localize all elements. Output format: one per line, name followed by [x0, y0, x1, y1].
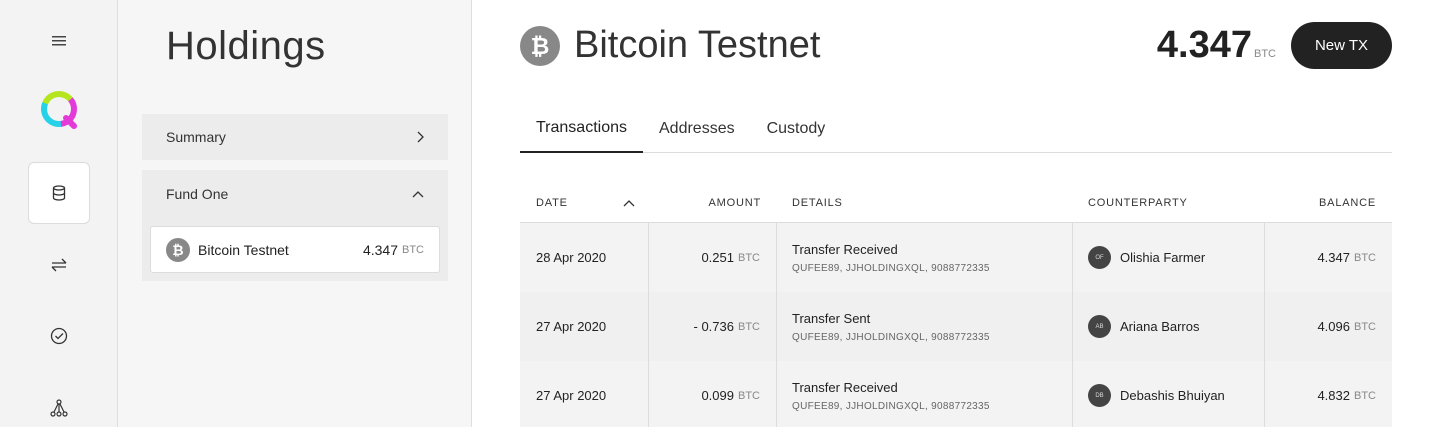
- column-balance[interactable]: BALANCE: [1265, 183, 1392, 222]
- icon-rail: [0, 0, 118, 427]
- amount-unit: BTC: [738, 389, 760, 402]
- asset-unit: BTC: [402, 243, 424, 256]
- table-row[interactable]: 27 Apr 2020 0.099 BTC Transfer Received QU…: [520, 361, 1392, 427]
- row-amount: 0.099 BTC: [649, 361, 777, 427]
- check-circle-icon[interactable]: [28, 305, 90, 367]
- asset-amount: 4.347: [362, 241, 398, 258]
- details-sub: QUFEE89, JJHOLDINGXQL, 9088772335: [792, 331, 990, 343]
- balance-unit: BTC: [1354, 251, 1376, 264]
- balance-value: 4.832: [1317, 388, 1350, 403]
- network-icon[interactable]: [28, 377, 90, 427]
- column-amount[interactable]: AMOUNT: [649, 183, 777, 222]
- details-title: Transfer Received: [792, 379, 898, 395]
- row-counterparty: DB Debashis Bhuiyan: [1073, 361, 1265, 427]
- chevron-up-icon: [412, 191, 424, 198]
- holdings-icon[interactable]: [28, 162, 90, 224]
- transfer-icon[interactable]: [28, 234, 90, 296]
- bitcoin-icon: ₿: [166, 237, 190, 262]
- panel-title: Holdings: [166, 24, 326, 68]
- amount-unit: BTC: [738, 251, 760, 264]
- counterparty-name: Debashis Bhuiyan: [1120, 388, 1225, 403]
- table-row[interactable]: 28 Apr 2020 0.251 BTC Transfer Received QU…: [520, 223, 1392, 292]
- column-counterparty[interactable]: COUNTERPARTY: [1073, 183, 1265, 222]
- amount-value: 0.251: [701, 250, 734, 265]
- row-date: 27 Apr 2020: [520, 361, 649, 427]
- row-counterparty: AB Ariana Barros: [1073, 292, 1265, 361]
- column-date[interactable]: DATE: [520, 183, 649, 222]
- row-counterparty: OF Olishia Farmer: [1073, 223, 1265, 292]
- avatar: DB: [1088, 384, 1111, 407]
- bitcoin-icon: ₿: [520, 25, 560, 66]
- row-date: 27 Apr 2020: [520, 292, 649, 361]
- fund-label: Fund One: [166, 186, 229, 202]
- amount-value: 0.099: [701, 388, 734, 403]
- holdings-panel: Holdings Summary Fund One ₿ Bitcoin Test…: [118, 0, 472, 427]
- balance-unit: BTC: [1254, 48, 1276, 60]
- row-date: 28 Apr 2020: [520, 223, 649, 292]
- column-details[interactable]: DETAILS: [777, 183, 1073, 222]
- balance-value: 4.347: [1317, 250, 1350, 265]
- counterparty-name: Ariana Barros: [1120, 319, 1200, 334]
- table-header: DATE AMOUNT DETAILS COUNTERPARTY BALANCE: [520, 183, 1392, 223]
- balance-value: 4.096: [1317, 319, 1350, 334]
- svg-text:₿: ₿: [172, 243, 183, 259]
- page-title-text: Bitcoin Testnet: [574, 24, 821, 66]
- asset-name: Bitcoin Testnet: [198, 241, 289, 258]
- tab-transactions[interactable]: Transactions: [520, 105, 643, 153]
- row-details: Transfer Received QUFEE89, JJHOLDINGXQL, …: [777, 223, 1073, 292]
- app-logo[interactable]: [28, 78, 90, 140]
- row-balance: 4.832 BTC: [1265, 361, 1392, 427]
- row-balance: 4.347 BTC: [1265, 223, 1392, 292]
- counterparty-name: Olishia Farmer: [1120, 250, 1206, 265]
- avatar: OF: [1088, 246, 1111, 269]
- balance-unit: BTC: [1354, 320, 1376, 333]
- tab-addresses[interactable]: Addresses: [643, 105, 751, 153]
- amount-unit: BTC: [738, 320, 760, 333]
- details-sub: QUFEE89, JJHOLDINGXQL, 9088772335: [792, 400, 990, 412]
- amount-value: - 0.736: [693, 319, 734, 334]
- tab-custody[interactable]: Custody: [751, 105, 842, 153]
- details-sub: QUFEE89, JJHOLDINGXQL, 9088772335: [792, 262, 990, 274]
- details-title: Transfer Sent: [792, 310, 871, 326]
- sort-ascending-icon: [623, 199, 635, 206]
- avatar: AB: [1088, 315, 1111, 338]
- details-title: Transfer Received: [792, 241, 898, 257]
- tab-bar: Transactions Addresses Custody: [520, 105, 1392, 153]
- svg-text:₿: ₿: [531, 34, 550, 60]
- balance-unit: BTC: [1354, 389, 1376, 402]
- summary-label: Summary: [166, 129, 226, 145]
- summary-item[interactable]: Summary: [142, 114, 448, 160]
- new-tx-button[interactable]: New TX: [1291, 22, 1392, 69]
- row-details: Transfer Received QUFEE89, JJHOLDINGXQL, …: [777, 361, 1073, 427]
- row-amount: - 0.736 BTC: [649, 292, 777, 361]
- row-amount: 0.251 BTC: [649, 223, 777, 292]
- table-row[interactable]: 27 Apr 2020 - 0.736 BTC Transfer Sent QUFE…: [520, 292, 1392, 361]
- chevron-right-icon: [417, 131, 424, 143]
- transactions-table: DATE AMOUNT DETAILS COUNTERPARTY BALANCE…: [520, 183, 1392, 427]
- total-balance: 4.347 BTC: [1157, 24, 1276, 67]
- row-details: Transfer Sent QUFEE89, JJHOLDINGXQL, 9088…: [777, 292, 1073, 361]
- row-balance: 4.096 BTC: [1265, 292, 1392, 361]
- page-title: ₿ Bitcoin Testnet: [520, 24, 820, 67]
- fund-group: Fund One ₿ Bitcoin Testnet 4.347 BTC: [142, 170, 448, 281]
- main-content: ₿ Bitcoin Testnet 4.347 BTC New TX Trans…: [472, 0, 1436, 427]
- fund-header[interactable]: Fund One: [142, 170, 448, 218]
- balance-value: 4.347: [1156, 24, 1252, 66]
- menu-icon[interactable]: [28, 10, 90, 72]
- column-date-label: DATE: [536, 196, 568, 209]
- asset-item-bitcoin-testnet[interactable]: ₿ Bitcoin Testnet 4.347 BTC: [150, 226, 440, 273]
